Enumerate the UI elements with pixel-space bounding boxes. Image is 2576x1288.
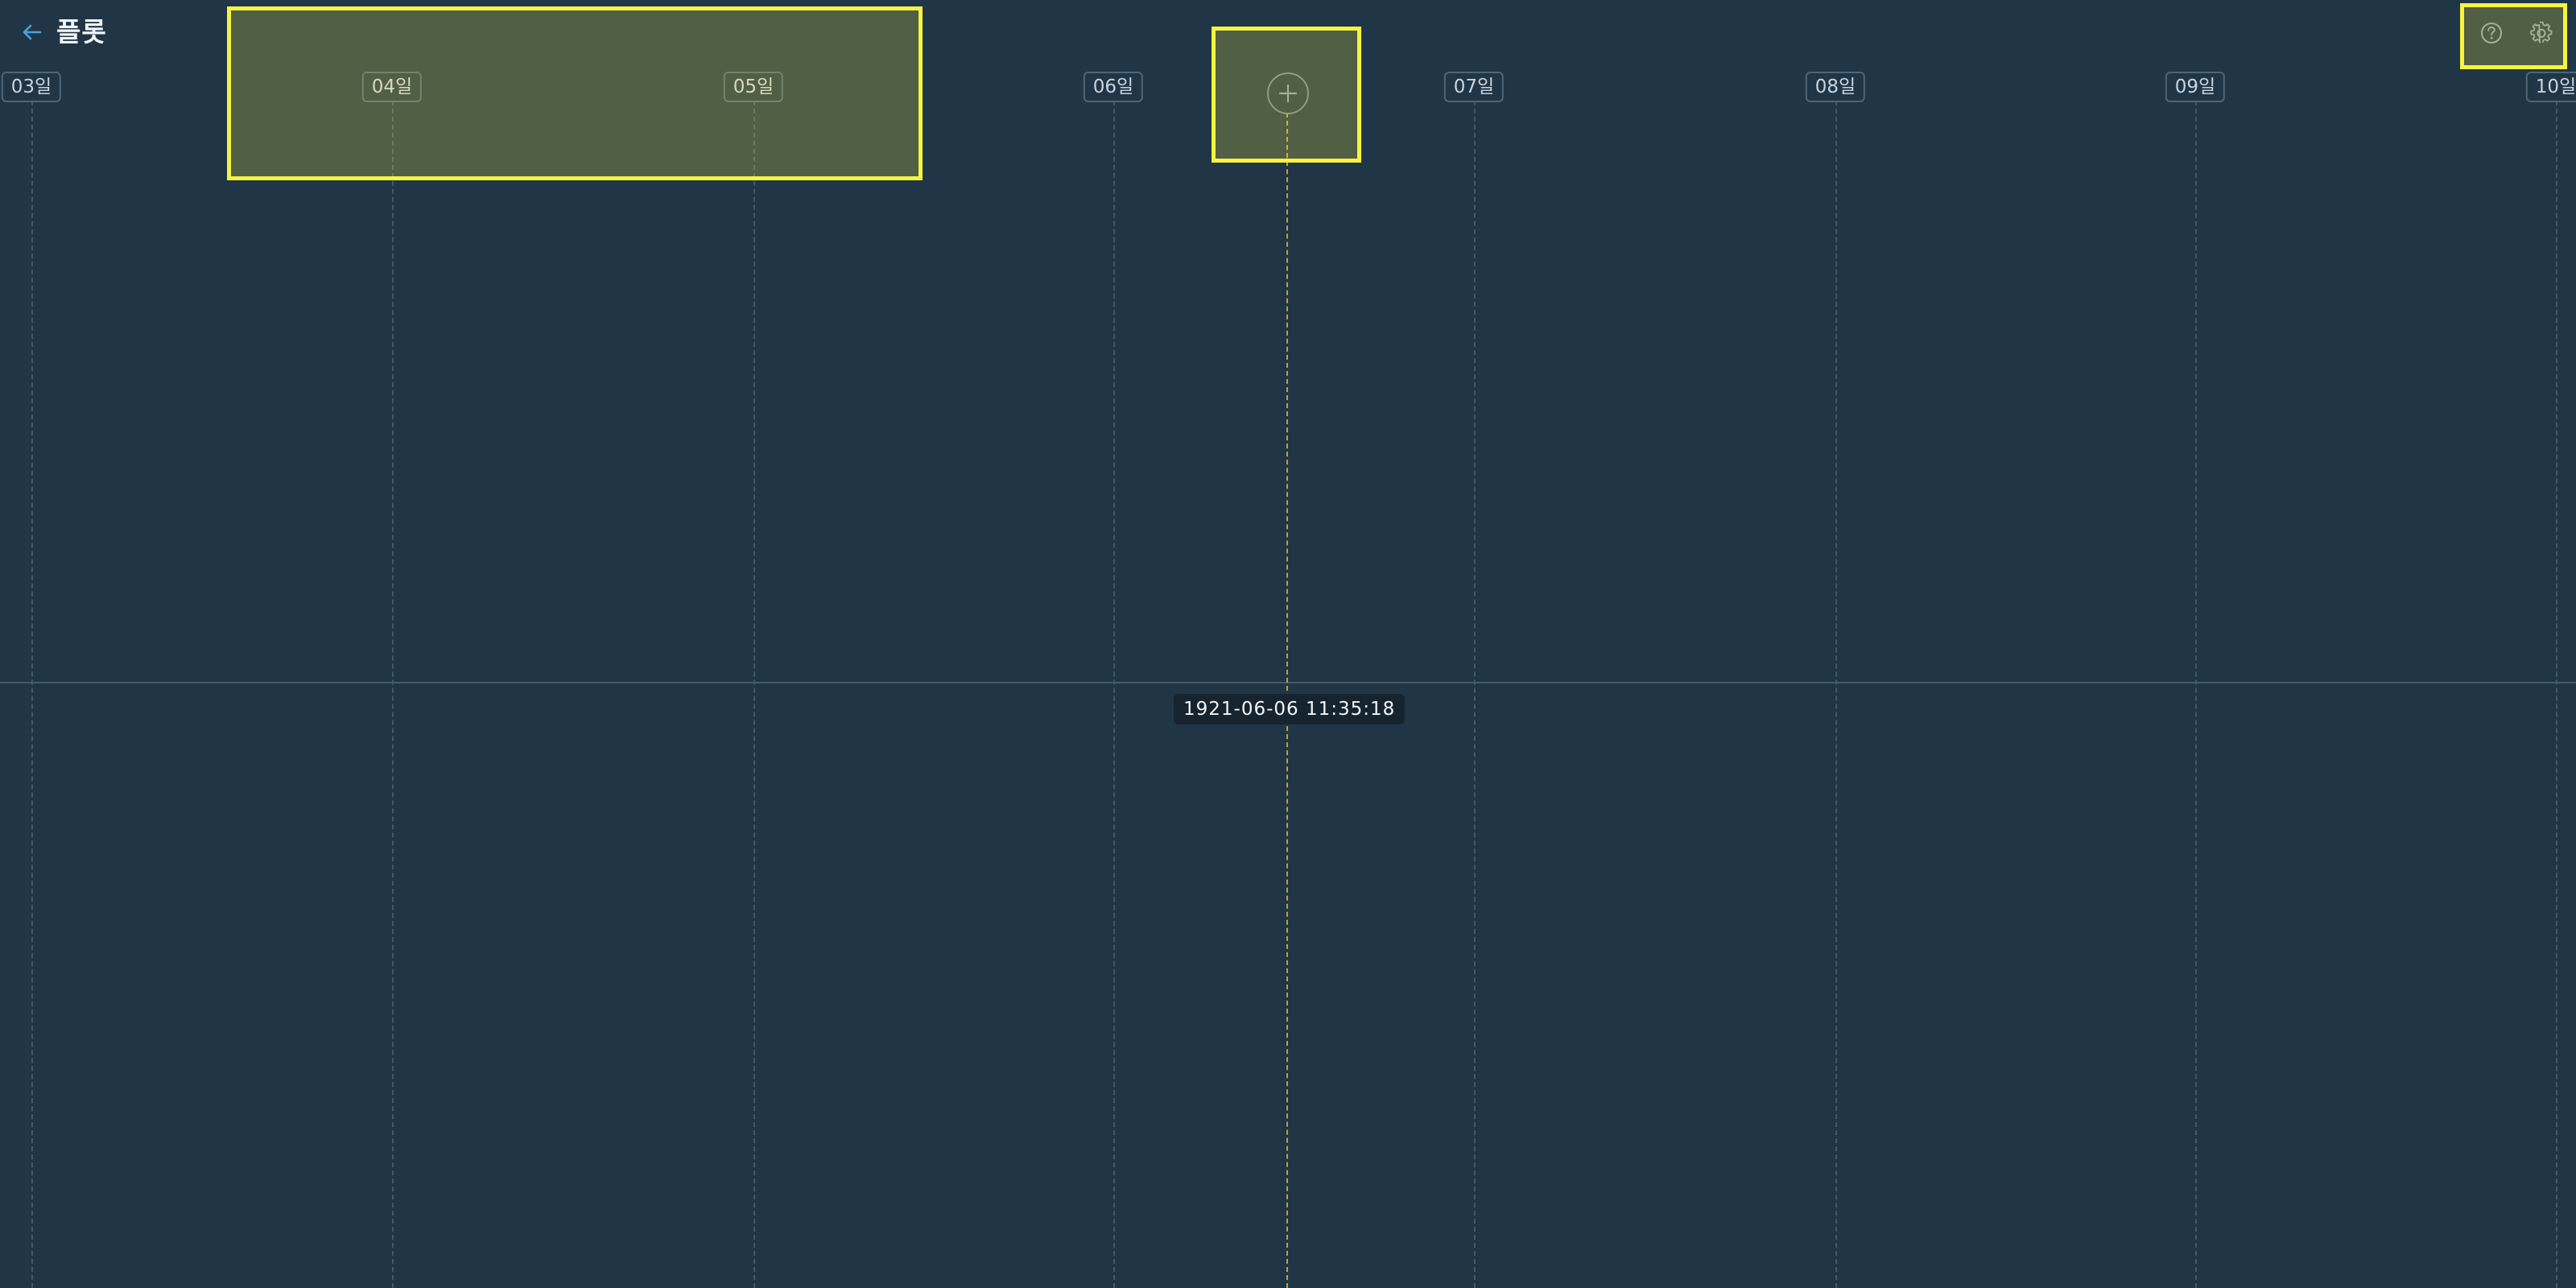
day-label-08[interactable]: 08일 [1805, 72, 1866, 102]
day-label-07[interactable]: 07일 [1443, 72, 1505, 102]
day-label-03[interactable]: 03일 [1, 72, 62, 102]
highlight-range-overlay [227, 6, 923, 180]
day-label-04[interactable]: 04일 [361, 72, 423, 102]
day-gridline [753, 101, 755, 1288]
help-circle-icon [2481, 23, 2502, 43]
day-gridline [1113, 101, 1115, 1288]
gear-icon [2530, 21, 2553, 43]
day-label-05[interactable]: 05일 [723, 72, 784, 102]
add-event-button[interactable] [1267, 72, 1309, 114]
back-button[interactable] [18, 18, 47, 47]
day-gridline [31, 101, 33, 1288]
cursor-time-tooltip: 1921-06-06 11:35:18 [1174, 694, 1406, 724]
day-gridline [1474, 101, 1476, 1288]
plot-screen: 플롯 03일 04일 05일 06일 07일 08일 09일 10일 1921-… [0, 0, 2576, 1288]
day-gridline [392, 101, 394, 1288]
day-gridline [2195, 101, 2197, 1288]
day-gridline [1835, 101, 1837, 1288]
help-button[interactable] [2478, 19, 2505, 47]
timeline-axis [0, 682, 2576, 683]
day-gridline [2556, 101, 2557, 1288]
day-label-09[interactable]: 09일 [2165, 72, 2226, 102]
arrow-left-icon [23, 24, 42, 40]
day-label-06[interactable]: 06일 [1083, 72, 1144, 102]
plus-icon [1278, 84, 1298, 103]
settings-button[interactable] [2528, 19, 2555, 47]
day-label-10[interactable]: 10일 [2525, 72, 2576, 102]
page-title: 플롯 [56, 16, 107, 47]
